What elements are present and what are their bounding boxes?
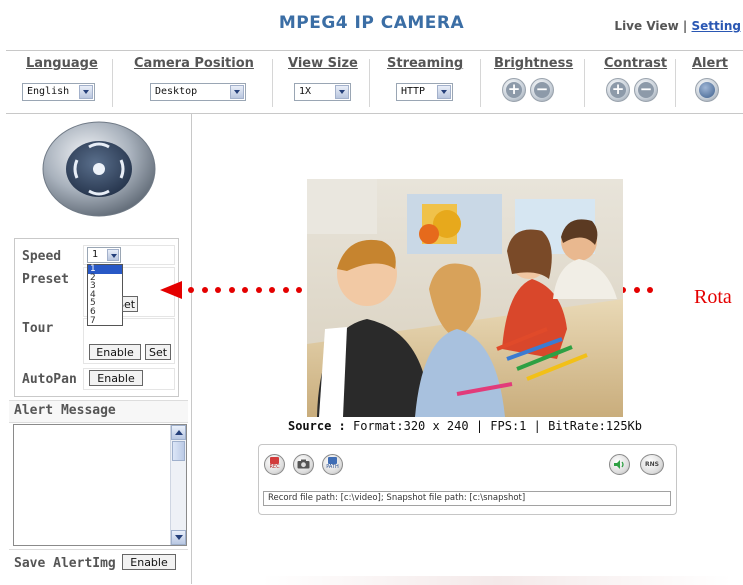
record-path-field: Record file path: [c:\video]; Snapshot f… xyxy=(263,491,671,506)
live-video-frame xyxy=(307,179,623,417)
view-size-value: 1X xyxy=(299,86,312,97)
brightness-plus-button[interactable]: + xyxy=(502,78,526,102)
live-view-link[interactable]: Live View xyxy=(614,19,678,33)
camera-position-value: Desktop xyxy=(155,86,198,97)
plus-icon: + xyxy=(610,80,626,98)
brightness-minus-button[interactable]: − xyxy=(530,78,554,102)
rns-icon: RNS xyxy=(645,461,659,468)
tour-enable-button[interactable]: Enable xyxy=(89,344,141,360)
speaker-icon xyxy=(614,460,624,469)
source-format: Format:320 x 240 | FPS:1 | BitRate:125Kb xyxy=(353,419,642,433)
rec-label: REC xyxy=(269,464,280,470)
speed-value: 1 xyxy=(92,249,99,260)
annotation-dot xyxy=(647,287,653,293)
annotation-dot xyxy=(633,287,640,293)
speed-option[interactable]: 7 xyxy=(88,316,122,326)
camera-position-label: Camera Position xyxy=(134,56,254,71)
tour-label: Tour xyxy=(22,321,54,336)
app-header: MPEG4 IP CAMERA Live View | Setting xyxy=(0,0,743,48)
chevron-down-icon xyxy=(107,249,119,261)
annotation-dot xyxy=(201,287,208,293)
top-nav: Live View | Setting xyxy=(614,19,741,33)
camera-position-select[interactable]: Desktop xyxy=(150,83,246,101)
annotation-dot xyxy=(296,287,302,293)
speed-dropdown-list[interactable]: 1 2 3 4 5 6 7 xyxy=(87,264,123,327)
record-button[interactable]: REC xyxy=(264,454,285,475)
classroom-video-image xyxy=(307,179,623,417)
chevron-down-icon xyxy=(437,85,451,99)
annotation-dot xyxy=(255,287,262,293)
save-alertimg-label: Save AlertImg xyxy=(14,556,116,571)
camera-icon xyxy=(297,459,310,469)
alert-scrollbar[interactable] xyxy=(170,425,186,545)
setting-link[interactable]: Setting xyxy=(692,19,742,33)
rec-icon xyxy=(270,457,279,464)
alert-button[interactable] xyxy=(695,78,719,102)
annotation-text: Rota xyxy=(694,286,732,308)
view-size-select[interactable]: 1X xyxy=(294,83,351,101)
path-icon xyxy=(328,457,337,464)
annotation-dot xyxy=(188,287,194,293)
preset-set-label: Set xyxy=(123,298,136,311)
language-value: English xyxy=(27,86,70,97)
source-label: Source : xyxy=(287,419,346,433)
path-button[interactable]: PATH xyxy=(322,454,343,475)
annotation-dot xyxy=(242,287,248,293)
contrast-minus-button[interactable]: − xyxy=(634,78,658,102)
plus-icon: + xyxy=(506,80,522,98)
scroll-thumb[interactable] xyxy=(172,441,185,461)
tour-set-button[interactable]: Set xyxy=(145,344,171,360)
alert-icon xyxy=(699,82,715,98)
annotation-dot xyxy=(215,287,221,293)
speed-label: Speed xyxy=(22,249,62,264)
stream-source-info: Source : Format:320 x 240 | FPS:1 | BitR… xyxy=(250,419,680,433)
autopan-enable-button[interactable]: Enable xyxy=(89,370,143,386)
alert-message-textarea[interactable] xyxy=(13,424,187,546)
divider xyxy=(9,549,188,550)
path-label: PATH xyxy=(326,464,339,470)
annotation-dot xyxy=(228,287,235,293)
contrast-plus-button[interactable]: + xyxy=(606,78,630,102)
recording-control-bar: REC PATH RNS Record file path: [c:\video… xyxy=(258,444,677,515)
annotation-dot xyxy=(269,287,275,293)
autopan-label: AutoPan xyxy=(22,372,77,387)
language-label: Language xyxy=(26,56,98,71)
divider xyxy=(584,59,585,107)
divider xyxy=(272,59,273,107)
divider xyxy=(369,59,370,107)
chevron-down-icon xyxy=(79,85,93,99)
divider xyxy=(112,59,113,107)
save-alertimg-enable-button[interactable]: Enable xyxy=(122,554,176,570)
snapshot-button[interactable] xyxy=(293,454,314,475)
audio-button[interactable] xyxy=(609,454,630,475)
alert-message-label: Alert Message xyxy=(14,403,116,418)
preset-set-button[interactable]: Set xyxy=(122,296,138,312)
annotation-dot xyxy=(282,287,289,293)
preset-label: Preset xyxy=(22,272,69,287)
divider xyxy=(675,59,676,107)
minus-icon: − xyxy=(534,80,550,98)
camera-toolbar: Language English Camera Position Desktop… xyxy=(6,50,743,114)
streaming-label: Streaming xyxy=(387,56,464,71)
annotation-arrowhead xyxy=(160,281,182,299)
scroll-up-icon[interactable] xyxy=(171,425,186,440)
divider xyxy=(480,59,481,107)
bottom-bar xyxy=(262,576,732,585)
ptz-joystick[interactable] xyxy=(40,120,158,218)
nav-separator: | xyxy=(682,19,688,33)
alert-label: Alert xyxy=(692,56,728,71)
streaming-value: HTTP xyxy=(401,86,426,97)
streaming-select[interactable]: HTTP xyxy=(396,83,453,101)
rns-button[interactable]: RNS xyxy=(640,454,664,475)
brightness-label: Brightness xyxy=(494,56,574,71)
scroll-down-icon[interactable] xyxy=(171,530,186,545)
minus-icon: − xyxy=(638,80,654,98)
speed-select[interactable]: 1 xyxy=(87,247,121,263)
view-size-label: View Size xyxy=(288,56,358,71)
ptz-joystick-icon xyxy=(42,121,156,217)
contrast-label: Contrast xyxy=(604,56,668,71)
language-select[interactable]: English xyxy=(22,83,95,101)
chevron-down-icon xyxy=(335,85,349,99)
chevron-down-icon xyxy=(230,85,244,99)
